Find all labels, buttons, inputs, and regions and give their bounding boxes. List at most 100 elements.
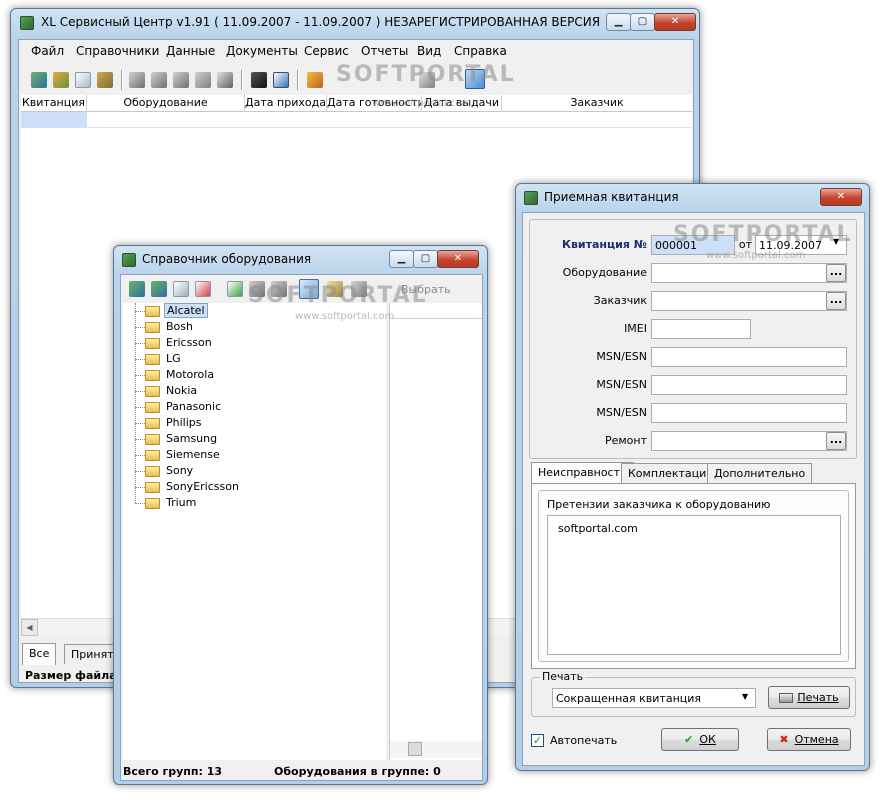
tab-completeness[interactable]: Комплектация [621, 463, 720, 483]
ok-check-icon: ✔ [684, 733, 694, 746]
col-equipment[interactable]: Оборудование [87, 95, 245, 112]
scroll-thumb[interactable] [408, 742, 422, 756]
add-group-icon[interactable] [129, 281, 145, 297]
close-button[interactable]: ✕ [654, 13, 696, 31]
equipment-minimize-button[interactable]: ▁ [389, 250, 414, 268]
folder-icon [145, 338, 160, 349]
msn-field-1[interactable] [651, 347, 847, 367]
main-grid-header: Квитанция Оборудование Дата прихода Дата… [21, 95, 692, 112]
list-icon[interactable] [151, 72, 167, 88]
print-button-label: Печать [797, 691, 839, 704]
printer-icon [779, 693, 794, 703]
col-customer[interactable]: Заказчик [502, 95, 692, 112]
equipment-maximize-button[interactable]: ▢ [413, 250, 438, 268]
menu-service[interactable]: Сервис [304, 44, 349, 58]
print-group-label: Печать [540, 670, 586, 683]
grid-cell-selected[interactable] [21, 112, 87, 128]
new-icon[interactable] [227, 281, 243, 297]
tree-branch [135, 487, 145, 488]
msn-field-2[interactable] [651, 375, 847, 395]
menu-view[interactable]: Вид [417, 44, 441, 58]
msn-label-3: MSN/ESN [596, 406, 647, 419]
receipt-titlebar[interactable]: Приемная квитанция ✕ [516, 184, 869, 212]
equipment-list[interactable] [389, 303, 482, 760]
print-type-select[interactable]: Сокращенная квитанция [552, 688, 756, 708]
msn-field-3[interactable] [651, 403, 847, 423]
imei-field[interactable] [651, 319, 751, 339]
equipment-close-button[interactable]: ✕ [437, 250, 479, 268]
eraser-icon[interactable] [217, 72, 233, 88]
col-arrival-date[interactable]: Дата прихода [245, 95, 327, 112]
check-icon[interactable] [195, 72, 211, 88]
folder-icon [145, 498, 160, 509]
tools-icon[interactable] [97, 72, 113, 88]
watermark-logo-2: SOFTPORTAL [248, 283, 428, 308]
receipt-title: Приемная квитанция [544, 190, 679, 204]
report-icon[interactable] [173, 72, 189, 88]
customers-icon[interactable] [53, 72, 69, 88]
tree-item-label: LG [166, 352, 181, 365]
receipt-close-button[interactable]: ✕ [820, 188, 862, 206]
equipment-field[interactable] [651, 263, 847, 283]
print-group: Печать Сокращенная квитанция ▼ Печать [531, 670, 856, 717]
tree-branch [135, 407, 145, 408]
tree-branch [135, 359, 145, 360]
main-menubar: Файл Справочники Данные Документы Сервис… [19, 40, 693, 62]
autoprint-checkbox[interactable]: ✓ [531, 734, 544, 747]
delete-icon[interactable] [195, 281, 211, 297]
table-icon[interactable] [129, 72, 145, 88]
tree-item-label: Ericsson [166, 336, 212, 349]
minimize-button[interactable]: ▁ [606, 13, 631, 31]
complaint-textarea[interactable]: softportal.com [547, 515, 841, 655]
equipment-tree[interactable]: Alcatel Bosh Ericsson LG Motorola Nokia … [123, 303, 386, 760]
cancel-button[interactable]: ✖ Отмена [767, 728, 851, 751]
menu-help[interactable]: Справка [454, 44, 507, 58]
col-receipt[interactable]: Квитанция [21, 95, 87, 112]
equipment-hscrollbar[interactable] [390, 741, 482, 758]
equipment-window: Справочник оборудования ▁ ▢ ✕ Выбрать Al… [113, 245, 488, 785]
equipment-browse-button[interactable]: ... [826, 264, 846, 282]
tab-fault[interactable]: Неисправность [531, 462, 634, 484]
tree-item-label: Nokia [166, 384, 198, 397]
app-icon [20, 16, 34, 30]
menu-references[interactable]: Справочники [76, 44, 159, 58]
receipt-icon[interactable] [31, 72, 47, 88]
customer-field[interactable] [651, 291, 847, 311]
toolbar-separator [241, 70, 243, 90]
equipment-label: Оборудование [562, 266, 647, 279]
grid-row[interactable] [21, 112, 692, 128]
tree-branch [135, 343, 145, 344]
folder-icon [145, 450, 160, 461]
tab-all[interactable]: Все [22, 643, 57, 665]
equipment-client: Выбрать Alcatel Bosh Ericsson LG Motorol… [120, 274, 483, 781]
binoculars-icon[interactable] [251, 72, 267, 88]
tree-item-label: SonyEricsson [166, 480, 239, 493]
menu-file[interactable]: Файл [31, 44, 64, 58]
document-icon[interactable] [75, 72, 91, 88]
tree-item-label: Motorola [166, 368, 215, 381]
edit-icon[interactable] [173, 281, 189, 297]
sort-icon[interactable] [307, 72, 323, 88]
main-titlebar[interactable]: XL Сервисный Центр v1.91 ( 11.09.2007 - … [11, 9, 699, 37]
calendar-icon[interactable] [273, 72, 289, 88]
complaint-group-label: Претензии заказчика к оборудованию [547, 498, 771, 511]
menu-data[interactable]: Данные [166, 44, 215, 58]
ok-button[interactable]: ✔ ОК [661, 728, 739, 751]
equipment-title: Справочник оборудования [142, 252, 312, 266]
autoprint-label: Автопечать [550, 734, 618, 747]
tab-additional[interactable]: Дополнительно [707, 463, 813, 483]
repair-browse-button[interactable]: ... [826, 432, 846, 450]
maximize-button[interactable]: ▢ [630, 13, 655, 31]
print-button[interactable]: Печать [768, 686, 850, 709]
print-type-dropdown-icon[interactable]: ▼ [742, 692, 748, 701]
watermark-logo: SOFTPORTAL [336, 62, 516, 87]
menu-reports[interactable]: Отчеты [361, 44, 408, 58]
repair-field[interactable] [651, 431, 847, 451]
folder-icon [145, 434, 160, 445]
scroll-left-icon[interactable]: ◀ [21, 619, 38, 636]
equipment-titlebar[interactable]: Справочник оборудования ▁ ▢ ✕ [114, 246, 487, 274]
menu-documents[interactable]: Документы [226, 44, 298, 58]
customer-browse-button[interactable]: ... [826, 292, 846, 310]
msn-label-1: MSN/ESN [596, 350, 647, 363]
add-item-icon[interactable] [151, 281, 167, 297]
